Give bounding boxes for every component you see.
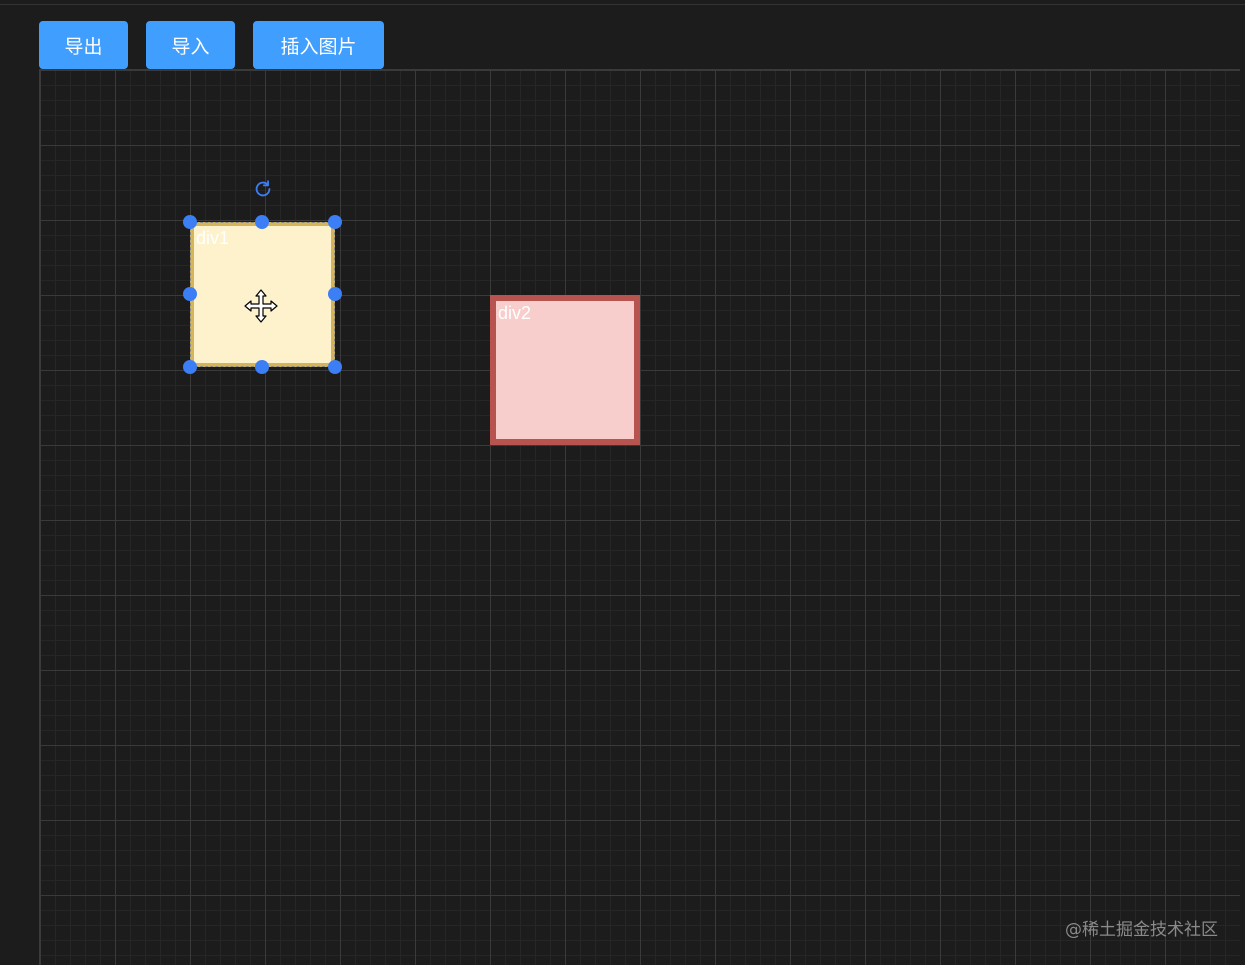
resize-handle-right[interactable] [328,287,342,301]
resize-handle-bottom-left[interactable] [183,360,197,374]
import-button[interactable]: 导入 [146,21,235,69]
resize-handle-left[interactable] [183,287,197,301]
div1-label: div1 [196,228,230,248]
resize-handle-top-right[interactable] [328,215,342,229]
resize-handle-top[interactable] [255,215,269,229]
rotate-icon[interactable] [252,178,274,200]
export-button[interactable]: 导出 [39,21,128,69]
resize-handle-top-left[interactable] [183,215,197,229]
insert-image-button[interactable]: 插入图片 [253,21,384,69]
watermark-text: @稀土掘金技术社区 [1065,920,1218,940]
resize-handle-bottom-right[interactable] [328,360,342,374]
resize-handle-bottom[interactable] [255,360,269,374]
drawing-canvas[interactable]: div1 div2 [39,69,1240,965]
div2-shape[interactable]: div2 [490,295,640,445]
div2-label: div2 [498,303,532,323]
toolbar: 导出 导入 插入图片 [0,0,1245,70]
move-cursor-icon [244,289,278,323]
